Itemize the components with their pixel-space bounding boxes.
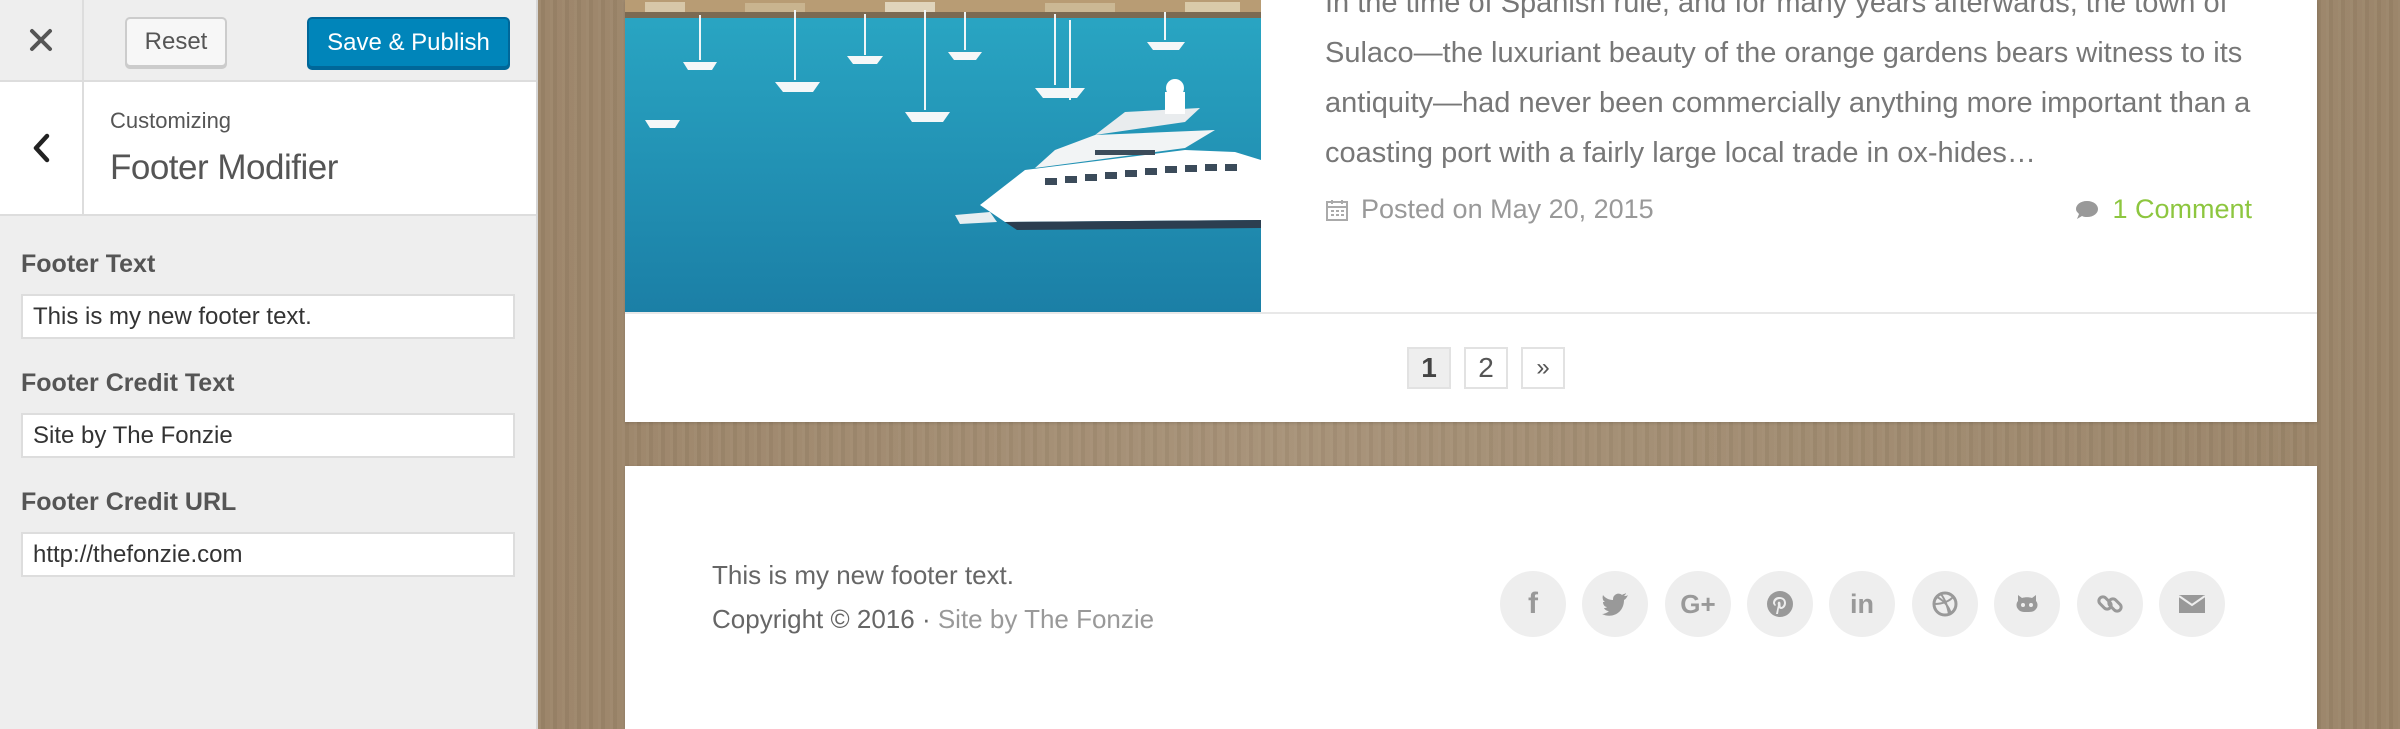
footer-credit: Copyright © 2016 · Site by The Fonzie [712, 604, 1154, 635]
google-plus-icon: G+ [1680, 588, 1716, 619]
social-google-plus[interactable]: G+ [1665, 571, 1731, 637]
footer-text: This is my new footer text. [712, 560, 1014, 590]
social-dribbble[interactable] [1912, 571, 1978, 637]
comments-count: 1 Comment [2112, 194, 2252, 224]
social-pinterest[interactable] [1747, 571, 1813, 637]
excerpt-line: antiquity—had never been commercially an… [1325, 87, 2251, 119]
copyright-text: Copyright © 2016 · [712, 604, 938, 634]
site-footer: This is my new footer text. Copyright © … [625, 466, 2317, 729]
back-button[interactable] [0, 82, 84, 214]
linkedin-icon: in [1850, 588, 1874, 619]
harbor-yacht-image [625, 0, 1261, 312]
social-linkedin[interactable]: in [1829, 571, 1895, 637]
section-context-label: Customizing [110, 108, 232, 133]
social-twitter[interactable] [1582, 571, 1648, 637]
link-icon [2097, 595, 2123, 613]
footer-text-input[interactable] [21, 294, 515, 339]
site-preview: In the time of Spanish rule, and for man… [538, 0, 2400, 729]
pinterest-icon [1767, 591, 1793, 617]
comment-icon [2076, 200, 2099, 219]
facebook-icon: f [1528, 587, 1538, 620]
pagination-page-2[interactable]: 2 [1464, 347, 1508, 389]
post-date-text: Posted on May 20, 2015 [1361, 194, 1654, 224]
footer-text-label: Footer Text [21, 250, 156, 278]
divider [625, 312, 2317, 314]
pagination-next[interactable]: » [1521, 347, 1565, 389]
footer-credit-text-label: Footer Credit Text [21, 369, 235, 397]
section-title: Footer Modifier [110, 148, 338, 187]
pagination-page-1[interactable]: 1 [1407, 347, 1451, 389]
excerpt-line: In the time of Spanish rule, and for man… [1325, 0, 2228, 19]
post-card: In the time of Spanish rule, and for man… [625, 0, 2317, 422]
footer-credit-link[interactable]: Site by The Fonzie [938, 604, 1154, 634]
footer-credit-url-input[interactable] [21, 532, 515, 577]
social-github[interactable] [1994, 571, 2060, 637]
section-header: Customizing Footer Modifier [0, 82, 536, 216]
comments-link[interactable]: 1 Comment [2074, 194, 2252, 225]
social-link[interactable] [2077, 571, 2143, 637]
calendar-icon [1326, 199, 1348, 221]
footer-credit-text-input[interactable] [21, 413, 515, 458]
save-publish-button[interactable]: Save & Publish [307, 17, 510, 68]
customizer-header: Reset Save & Publish [0, 0, 536, 82]
twitter-icon [1602, 593, 1628, 616]
reset-button[interactable]: Reset [125, 17, 227, 67]
footer-credit-url-label: Footer Credit URL [21, 488, 237, 516]
dribbble-icon [1932, 591, 1958, 617]
social-facebook[interactable]: f [1500, 571, 1566, 637]
chevron-left-icon [33, 133, 50, 163]
post-excerpt: In the time of Spanish rule, and for man… [1325, 0, 2265, 178]
post-thumbnail[interactable] [625, 0, 1261, 312]
excerpt-line: coasting port with a fairly large local … [1325, 137, 2036, 169]
close-icon [30, 29, 52, 51]
social-email[interactable] [2159, 571, 2225, 637]
excerpt-line: Sulaco—the luxuriant beauty of the orang… [1325, 37, 2243, 69]
email-icon [2178, 595, 2206, 613]
close-customizer-button[interactable] [0, 0, 84, 80]
post-date: Posted on May 20, 2015 [1325, 194, 1654, 225]
customizer-sidebar: Reset Save & Publish Customizing Footer … [0, 0, 538, 729]
github-icon [2016, 595, 2038, 612]
